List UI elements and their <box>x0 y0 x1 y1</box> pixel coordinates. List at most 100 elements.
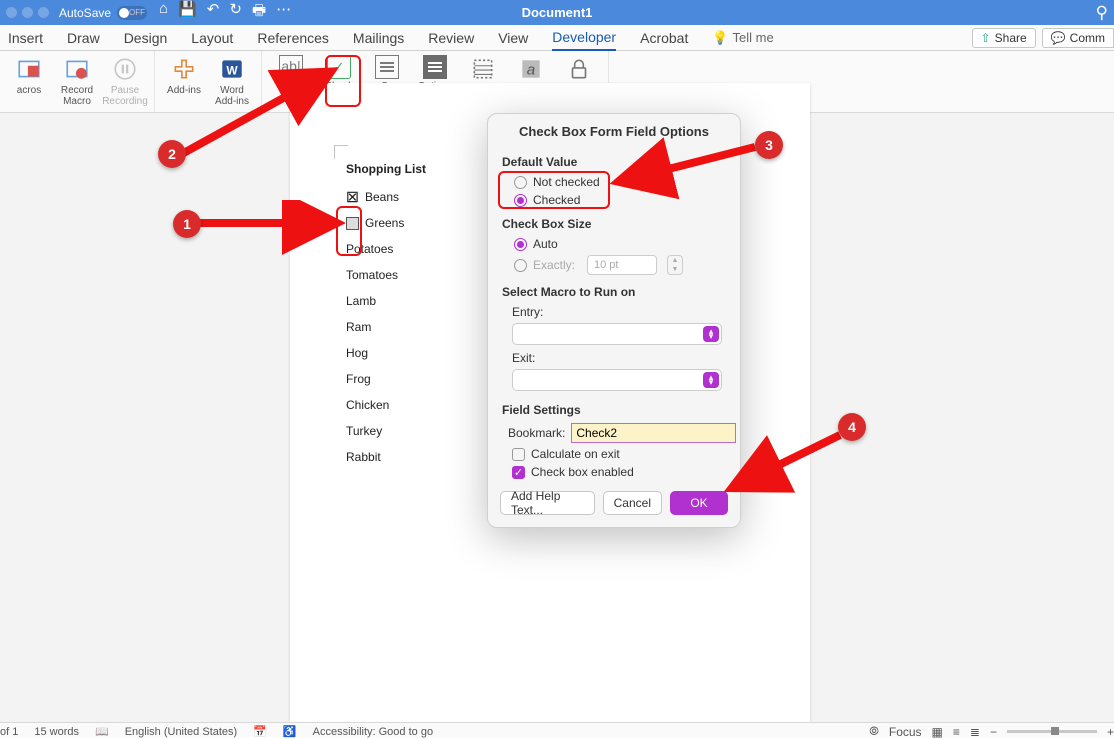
tab-design[interactable]: Design <box>124 26 168 50</box>
status-accessibility[interactable]: Accessibility: Good to go <box>313 726 433 738</box>
bookmark-row: Bookmark: <box>488 421 740 445</box>
list-item-label: Greens <box>365 216 404 230</box>
visual-basic-button[interactable]: acros <box>8 55 50 96</box>
calculate-on-exit[interactable]: Calculate on exit <box>488 445 740 463</box>
add-help-text-button[interactable]: Add Help Text... <box>500 491 595 515</box>
list-item[interactable]: Lamb <box>346 288 426 314</box>
tab-insert[interactable]: Insert <box>8 26 43 50</box>
quick-access: ⌂ 💾 ↶ ↻ 🖶 ⋯ <box>159 0 291 25</box>
home-icon[interactable]: ⌂ <box>159 0 168 25</box>
record-macro-button[interactable]: Record Macro <box>56 55 98 107</box>
annotation-redbox-default-value <box>498 171 610 209</box>
share-label: Share <box>995 31 1027 45</box>
focus-label[interactable]: Focus <box>889 725 922 739</box>
macro-heading: Select Macro to Run on <box>488 277 740 303</box>
zoom-out-icon[interactable]: − <box>990 725 997 739</box>
status-dictation-icon[interactable]: 📅 <box>253 725 267 738</box>
annotation-badge-1: 1 <box>173 210 201 238</box>
field-settings-heading: Field Settings <box>488 395 740 421</box>
comments-button[interactable]: 💬 Comm <box>1042 28 1114 48</box>
tab-review[interactable]: Review <box>428 26 474 50</box>
dialog-buttons: Add Help Text... Cancel OK <box>488 481 740 515</box>
checkbox-checked-icon[interactable]: ⊠ <box>346 191 359 204</box>
print-icon[interactable]: 🖶 <box>252 0 266 25</box>
share-icon: ⇧ <box>981 31 991 45</box>
list-item-label: Hog <box>346 346 368 360</box>
dropdown-icon: ▴▾ <box>703 326 719 342</box>
radio-auto[interactable]: Auto <box>488 235 740 253</box>
list-item[interactable]: Tomatoes <box>346 262 426 288</box>
macros-label: acros <box>17 85 41 96</box>
status-language[interactable]: English (United States) <box>125 726 238 738</box>
list-item-label: Turkey <box>346 424 382 438</box>
calculate-on-exit-label: Calculate on exit <box>531 447 620 461</box>
annotation-badge-2: 2 <box>158 140 186 168</box>
comment-icon: 💬 <box>1051 31 1066 45</box>
pause-recording-label: Pause Recording <box>102 85 148 107</box>
bookmark-input[interactable] <box>571 423 736 443</box>
list-item[interactable]: Chicken <box>346 392 426 418</box>
tab-acrobat[interactable]: Acrobat <box>640 26 688 50</box>
list-item[interactable]: Hog <box>346 340 426 366</box>
annotation-arrow-4 <box>720 415 855 495</box>
status-words[interactable]: 15 words <box>34 726 79 738</box>
tab-view[interactable]: View <box>498 26 528 50</box>
tab-layout[interactable]: Layout <box>191 26 233 50</box>
list-item-label: Beans <box>365 190 399 204</box>
list-item[interactable]: Frog <box>346 366 426 392</box>
save-icon[interactable]: 💾 <box>178 0 197 25</box>
shading-icon: a <box>516 55 546 83</box>
share-button[interactable]: ⇧ Share <box>972 28 1036 48</box>
cancel-button[interactable]: Cancel <box>603 491 662 515</box>
toggle-off-icon[interactable]: OFF <box>117 6 147 20</box>
stepper-icon[interactable]: ▲▼ <box>667 255 683 275</box>
document-title: Document1 <box>522 5 593 20</box>
checkbox-size-heading: Check Box Size <box>488 209 740 235</box>
exactly-label: Exactly: <box>533 258 575 272</box>
radio-exactly[interactable]: Exactly: 10 pt ▲▼ <box>488 253 740 277</box>
list-item-label: Lamb <box>346 294 376 308</box>
check-box-enabled[interactable]: ✓ Check box enabled <box>488 463 740 481</box>
comments-label: Comm <box>1070 31 1105 45</box>
list-item[interactable]: Ram <box>346 314 426 340</box>
more-icon[interactable]: ⋯ <box>276 0 291 25</box>
autosave-toggle[interactable]: AutoSave OFF <box>59 6 147 20</box>
annotation-badge-3: 3 <box>755 131 783 159</box>
exit-label: Exit: <box>488 349 740 367</box>
zoom-slider[interactable] <box>1007 730 1097 733</box>
entry-select[interactable]: ▴▾ <box>512 323 722 345</box>
tab-references[interactable]: References <box>257 26 329 50</box>
maximize-window-icon[interactable] <box>38 7 49 18</box>
tab-developer[interactable]: Developer <box>552 25 616 51</box>
search-icon[interactable]: ⚲ <box>1096 3 1108 23</box>
undo-icon[interactable]: ↶ <box>207 0 220 25</box>
list-item-label: Rabbit <box>346 450 381 464</box>
list-item[interactable]: Turkey <box>346 418 426 444</box>
redo-icon[interactable]: ↻ <box>229 0 242 25</box>
pause-icon <box>110 55 140 83</box>
checkbox-icon <box>512 448 525 461</box>
size-number-input[interactable]: 10 pt <box>587 255 657 275</box>
macro-icon <box>14 55 44 83</box>
list-item[interactable]: Rabbit <box>346 444 426 470</box>
print-layout-icon[interactable]: ▦ <box>932 725 943 739</box>
minimize-window-icon[interactable] <box>22 7 33 18</box>
outline-view-icon[interactable]: ≣ <box>970 725 980 739</box>
status-spell-icon[interactable]: 📖 <box>95 725 109 738</box>
radio-selected-icon <box>514 238 527 251</box>
ribbon-group-macros: acros Record Macro Pause Recording <box>0 51 155 112</box>
tab-mailings[interactable]: Mailings <box>353 26 404 50</box>
tell-me[interactable]: 💡 Tell me <box>712 30 773 46</box>
web-layout-icon[interactable]: ≡ <box>953 725 960 739</box>
window-controls[interactable] <box>6 7 49 18</box>
status-page[interactable]: of 1 <box>0 726 18 738</box>
tab-draw[interactable]: Draw <box>67 26 100 50</box>
annotation-arrow-2 <box>170 60 360 170</box>
status-accessibility-icon[interactable]: ♿ <box>283 725 297 738</box>
tell-me-label: Tell me <box>733 30 774 45</box>
exit-select[interactable]: ▴▾ <box>512 369 722 391</box>
close-window-icon[interactable] <box>6 7 17 18</box>
check-box-enabled-label: Check box enabled <box>531 465 634 479</box>
entry-label: Entry: <box>488 303 740 321</box>
zoom-in-icon[interactable]: + <box>1107 725 1114 739</box>
